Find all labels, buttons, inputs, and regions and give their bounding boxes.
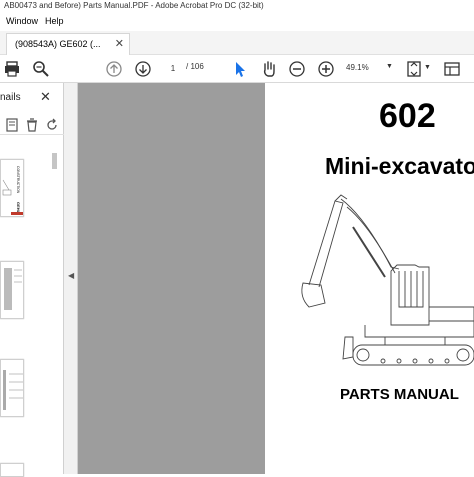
menu-item-window[interactable]: Window xyxy=(6,16,38,26)
panel-collapse-handle[interactable]: ◀ xyxy=(64,83,78,474)
zoom-in-icon[interactable] xyxy=(316,59,336,79)
menu-bar: Window Help xyxy=(0,13,474,31)
search-icon[interactable] xyxy=(31,59,51,79)
window-title: AB00473 and Before) Parts Manual.PDF - A… xyxy=(0,0,474,13)
previous-page-icon[interactable] xyxy=(104,59,124,79)
print-icon[interactable] xyxy=(2,59,22,79)
page-thumbnail-2[interactable] xyxy=(0,261,24,319)
document-background xyxy=(78,83,265,474)
collapse-arrow-icon: ◀ xyxy=(68,271,75,280)
page-options-icon[interactable] xyxy=(4,117,20,133)
panel-tools xyxy=(0,115,64,135)
thumbnail-list: CONSTRUCTION GEHL xyxy=(0,143,60,477)
close-panel-icon[interactable]: ✕ xyxy=(40,89,51,105)
zoom-level-field[interactable]: 49.1% xyxy=(346,61,388,77)
page-thumbnail-3[interactable] xyxy=(0,359,24,417)
zoom-out-icon[interactable] xyxy=(287,59,307,79)
pdf-page: 602 Mini-excavator PARTS MANUAL xyxy=(265,83,474,474)
fit-page-icon[interactable] xyxy=(404,59,424,79)
thumbnail-brand: GEHL xyxy=(16,202,21,214)
page-thumbnail-1[interactable]: CONSTRUCTION GEHL xyxy=(0,159,24,217)
document-tab-label: (908543A) GE602 (... xyxy=(15,39,101,49)
tab-bar: (908543A) GE602 (... ✕ xyxy=(0,31,474,55)
excavator-drawing xyxy=(301,194,474,366)
product-name: Mini-excavator xyxy=(325,153,474,179)
next-page-icon[interactable] xyxy=(133,59,153,79)
rotate-page-icon[interactable] xyxy=(44,117,60,133)
toolbar: 1 / 106 49.1% ▼ ▼ xyxy=(0,55,474,83)
zoom-dropdown-icon[interactable]: ▼ xyxy=(386,63,393,70)
thumbnail-scrollbar[interactable] xyxy=(52,153,57,169)
fit-dropdown-icon[interactable]: ▼ xyxy=(424,64,431,71)
document-tab[interactable]: (908543A) GE602 (... ✕ xyxy=(6,33,130,55)
page-count: / 106 xyxy=(186,62,204,71)
close-tab-icon[interactable]: ✕ xyxy=(115,34,124,54)
delete-page-icon[interactable] xyxy=(24,117,40,133)
thumbnails-panel: nails ✕ CONSTRUCTION GEHL xyxy=(0,83,64,477)
thumbnail-side-text: CONSTRUCTION xyxy=(16,166,20,194)
menu-item-help[interactable]: Help xyxy=(45,16,64,26)
manual-footer: PARTS MANUAL xyxy=(340,386,459,403)
read-mode-icon[interactable] xyxy=(442,59,462,79)
model-number: 602 xyxy=(379,97,436,135)
select-cursor-icon[interactable] xyxy=(230,59,250,79)
hand-tool-icon[interactable] xyxy=(259,59,279,79)
page-number-input[interactable]: 1 xyxy=(162,61,184,77)
panel-title: nails xyxy=(0,92,21,103)
page-thumbnail-4[interactable] xyxy=(0,463,24,477)
